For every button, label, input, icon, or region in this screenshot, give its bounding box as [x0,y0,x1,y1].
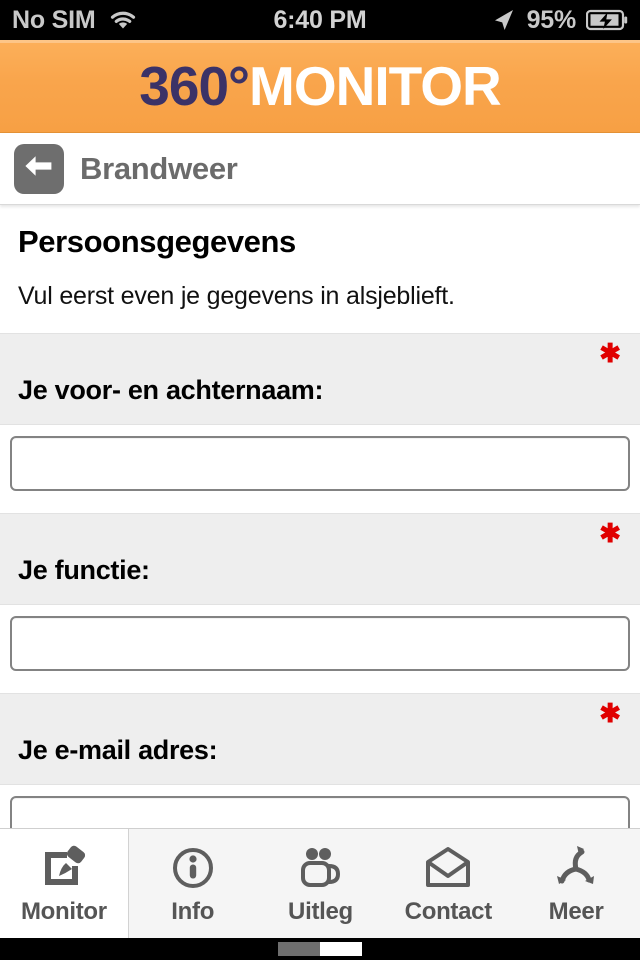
tab-label: Contact [404,897,493,925]
field-input-wrap [0,604,640,693]
app-screen: No SIM 6:40 PM 95% 360°MONITOR Brandweer… [0,0,640,960]
field-label: Je voor- en achternaam: [18,374,324,405]
field-label-row: Je voor- en achternaam: ✱ [0,332,640,425]
intro-section: Persoonsgegevens Vul eerst even je gegev… [0,205,640,311]
info-circle-icon [168,842,218,894]
branching-arrows-icon [550,842,602,894]
tab-label: Info [171,897,215,925]
section-subtitle: Vul eerst even je gegevens in alsjeblief… [18,281,455,310]
form-scroll-area[interactable]: Persoonsgegevens Vul eerst even je gegev… [0,205,640,828]
field-label-row: Je e-mail adres: ✱ [0,692,640,785]
wifi-icon [108,9,138,31]
field-input-wrap [0,424,640,513]
status-bar: No SIM 6:40 PM 95% [0,0,640,40]
tab-meer[interactable]: Meer [512,829,640,938]
form-field-block: Je functie: ✱ [0,512,640,693]
function-input[interactable] [10,615,630,671]
home-indicator-bar [0,938,640,960]
tab-label: Uitleg [288,897,353,925]
carrier-label: No SIM [12,5,96,34]
tab-monitor[interactable]: Monitor [0,829,129,938]
required-asterisk-icon: ✱ [599,697,621,728]
navigation-bar: Brandweer [0,133,640,205]
page-title: Brandweer [80,150,238,186]
field-label: Je functie: [18,554,150,585]
status-bar-right: 95% [491,6,628,35]
back-button[interactable] [14,143,64,194]
home-indicator-segment [278,942,320,956]
brand-title-degrees: 360° [139,54,250,117]
tab-bar: Monitor Info Uitleg Contact Meer [0,828,640,938]
tab-uitleg[interactable]: Uitleg [257,829,385,938]
arrow-left-icon [22,152,56,185]
email-input[interactable] [10,795,630,828]
tab-label: Monitor [20,897,107,925]
app-brand-header: 360°MONITOR [0,40,640,133]
battery-percent-label: 95% [526,5,577,34]
people-group-icon [295,842,345,894]
battery-charging-icon [586,9,628,31]
fullname-input[interactable] [10,435,630,491]
required-asterisk-icon: ✱ [599,337,621,368]
home-indicator-segment [320,942,362,956]
location-arrow-icon [491,7,517,33]
envelope-icon [422,842,474,894]
section-heading: Persoonsgegevens [18,224,296,259]
brand-title: 360°MONITOR [139,58,501,114]
tab-info[interactable]: Info [129,829,257,938]
form-field-block: Je voor- en achternaam: ✱ [0,332,640,513]
form-field-block: Je e-mail adres: ✱ [0,692,640,828]
field-label-row: Je functie: ✱ [0,512,640,605]
edit-square-icon [39,842,89,894]
brand-title-monitor: MONITOR [249,54,502,117]
status-bar-left: No SIM [12,6,138,35]
field-input-wrap [0,784,640,828]
required-asterisk-icon: ✱ [599,517,621,548]
tab-label: Meer [548,897,604,925]
field-label: Je e-mail adres: [18,734,218,765]
tab-contact[interactable]: Contact [384,829,512,938]
